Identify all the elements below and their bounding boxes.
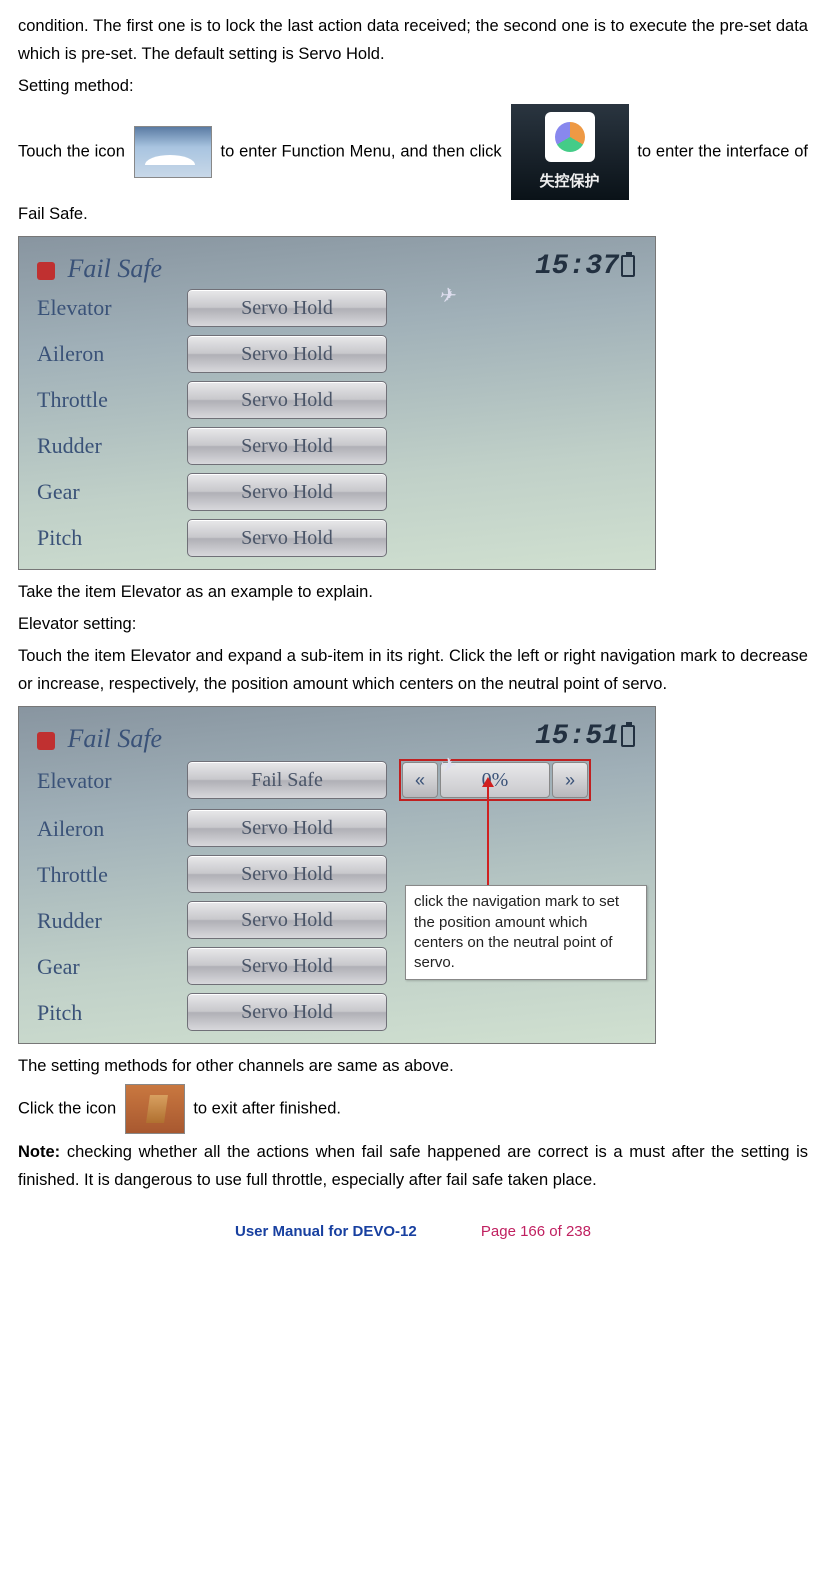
screen-title-bar: Fail Safe 15:37 ✈: [19, 237, 655, 285]
paragraph: Take the item Elevator as an example to …: [18, 578, 808, 606]
channel-value-button[interactable]: Servo Hold: [187, 381, 387, 419]
footer-page-number: Page 166 of 238: [481, 1223, 591, 1240]
battery-icon: [621, 725, 635, 747]
channel-row: ElevatorFail Safe «0%»: [19, 755, 655, 805]
channel-label: Aileron: [37, 335, 187, 372]
paragraph: Elevator setting:: [18, 610, 808, 638]
plane-icon: ✈: [438, 279, 455, 313]
exit-icon: [125, 1084, 185, 1134]
spinner-value: 0%: [440, 762, 550, 798]
clock: 15:51: [535, 713, 635, 761]
text: to exit after finished.: [193, 1100, 341, 1118]
paragraph-inline-exit: Click the icon to exit after finished.: [18, 1084, 808, 1134]
channel-label: Rudder: [37, 902, 187, 939]
note-label: Note:: [18, 1143, 60, 1161]
channel-label: Gear: [37, 473, 187, 510]
callout-line: [487, 781, 489, 887]
plane-icon: ✈: [438, 749, 455, 783]
spinner-group: «0%»: [399, 759, 591, 801]
callout-box: click the navigation mark to set the pos…: [405, 885, 647, 980]
channel-value-button[interactable]: Servo Hold: [187, 809, 387, 847]
screenshot-fail-safe-edit: Fail Safe 15:51 ✈ ElevatorFail Safe«0%»A…: [18, 706, 656, 1044]
channel-row: AileronServo Hold: [19, 331, 655, 377]
channel-row: AileronServo Hold: [19, 805, 655, 851]
fail-safe-icon-label: 失控保护: [511, 169, 629, 195]
channel-row: RudderServo Hold: [19, 423, 655, 469]
fail-safe-icon: 失控保护: [511, 104, 629, 200]
note-text: checking whether all the actions when fa…: [18, 1143, 808, 1189]
channel-row: GearServo Hold: [19, 469, 655, 515]
channel-label: Rudder: [37, 427, 187, 464]
title-icon: [37, 262, 55, 280]
paragraph: condition. The first one is to lock the …: [18, 12, 808, 68]
screen-title: Fail Safe: [68, 724, 163, 753]
text: Touch the icon: [18, 143, 125, 161]
channel-label: Elevator: [37, 289, 187, 326]
channel-value-button[interactable]: Servo Hold: [187, 993, 387, 1031]
channel-row: PitchServo Hold: [19, 989, 655, 1035]
channel-value-button[interactable]: Servo Hold: [187, 427, 387, 465]
screen-title-bar: Fail Safe 15:51 ✈: [19, 707, 655, 755]
channel-label: Throttle: [37, 381, 187, 418]
title-icon: [37, 732, 55, 750]
clock: 15:37: [535, 243, 635, 291]
footer-manual-title: User Manual for DEVO-12: [235, 1223, 417, 1240]
channel-label: Gear: [37, 948, 187, 985]
channel-value-button[interactable]: Servo Hold: [187, 947, 387, 985]
channel-value-button[interactable]: Servo Hold: [187, 855, 387, 893]
channel-value-button[interactable]: Servo Hold: [187, 335, 387, 373]
channel-label: Throttle: [37, 856, 187, 893]
paragraph: Touch the item Elevator and expand a sub…: [18, 642, 808, 698]
channel-value-button[interactable]: Servo Hold: [187, 901, 387, 939]
channel-row: ThrottleServo Hold: [19, 377, 655, 423]
paragraph: The setting methods for other channels a…: [18, 1052, 808, 1080]
function-menu-icon: [134, 126, 212, 178]
channel-label: Pitch: [37, 994, 187, 1031]
channel-value-button[interactable]: Servo Hold: [187, 519, 387, 557]
channel-label: Elevator: [37, 762, 187, 799]
channel-label: Pitch: [37, 519, 187, 556]
note-paragraph: Note: checking whether all the actions w…: [18, 1138, 808, 1194]
screenshot-fail-safe-list: Fail Safe 15:37 ✈ ElevatorServo HoldAile…: [18, 236, 656, 570]
paragraph-inline-icons: Touch the icon to enter Function Menu, a…: [18, 104, 808, 228]
screen-title: Fail Safe: [68, 254, 163, 283]
increase-button[interactable]: »: [552, 762, 588, 798]
channel-row: PitchServo Hold: [19, 515, 655, 561]
paragraph: Setting method:: [18, 72, 808, 100]
page-footer: User Manual for DEVO-12 Page 166 of 238: [18, 1219, 808, 1245]
text: Click the icon: [18, 1100, 116, 1118]
channel-value-button[interactable]: Servo Hold: [187, 473, 387, 511]
text: to enter Function Menu, and then click: [221, 143, 502, 161]
channel-row: ElevatorServo Hold: [19, 285, 655, 331]
channel-value-button[interactable]: Servo Hold: [187, 289, 387, 327]
battery-icon: [621, 255, 635, 277]
decrease-button[interactable]: «: [402, 762, 438, 798]
channel-value-button[interactable]: Fail Safe: [187, 761, 387, 799]
channel-label: Aileron: [37, 810, 187, 847]
